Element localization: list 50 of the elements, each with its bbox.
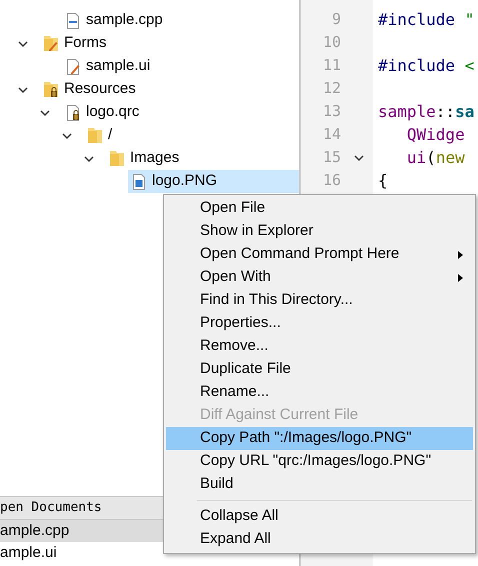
menu-item[interactable]: Duplicate File [166,358,473,381]
code-line: #include < [378,54,474,76]
cpp-file-icon [66,12,80,28]
line-number: 14 [322,124,341,146]
code-line: QWidge [406,124,465,146]
line-number: 9 [330,9,341,30]
menu-item[interactable]: Copy URL "qrc:/Images/logo.PNG" [166,450,473,473]
line-number: 16 [322,170,341,192]
tree-item-label: sample.ui [86,56,150,76]
tree-item-label: sample.cpp [86,10,163,30]
line-number: 13 [322,101,341,122]
menu-item[interactable]: Open File [166,197,473,220]
tree-item-label: Resources [64,79,136,100]
tree-item[interactable]: Resources [40,78,299,101]
line-number: 12 [322,78,341,100]
code-line: #include " [378,8,474,30]
menu-item[interactable]: Open Command Prompt Here [166,243,473,266]
tree-item[interactable]: Forms [40,32,299,55]
tree-item-label: Images [130,148,180,168]
tree-item-label: / [108,125,112,146]
line-number: 15 [322,147,341,168]
image-file-icon [132,174,146,190]
code-line: { [378,170,388,192]
code-line: sample::sa [378,100,474,122]
line-number: 10 [322,32,341,54]
tree-item[interactable]: sample.cpp [62,9,299,32]
tree-item-label: logo.PNG [152,171,218,192]
menu-item[interactable]: Rename... [166,381,473,404]
menu-item[interactable]: Remove... [166,335,473,358]
tree-item-label: Forms [64,33,106,54]
folder-icon [110,151,124,166]
menu-item[interactable]: Open With [166,266,473,289]
menu-item[interactable]: Properties... [166,312,473,335]
code-line: ui(new [406,146,465,168]
menu-item[interactable]: Find in This Directory... [166,289,473,312]
tree-item[interactable]: logo.qrc [62,101,299,124]
tree-item[interactable]: / [84,124,299,147]
tree-item[interactable]: Images [106,147,299,170]
menu-item[interactable]: Show in Explorer [166,220,473,243]
menu-item[interactable]: Build [166,473,473,496]
menu-item[interactable]: Copy Path ":/Images/logo.PNG" [166,427,473,450]
locked-file-icon [66,104,80,120]
tree-item-label: logo.qrc [86,102,140,122]
locked-folder-icon [44,82,58,97]
pencil-file-icon [66,58,80,74]
line-number: 11 [322,55,341,76]
pencil-folder-icon [44,36,58,51]
tree-item[interactable]: logo.PNG [128,170,299,193]
tree-item[interactable]: sample.ui [62,55,299,78]
folder-icon [88,128,102,143]
